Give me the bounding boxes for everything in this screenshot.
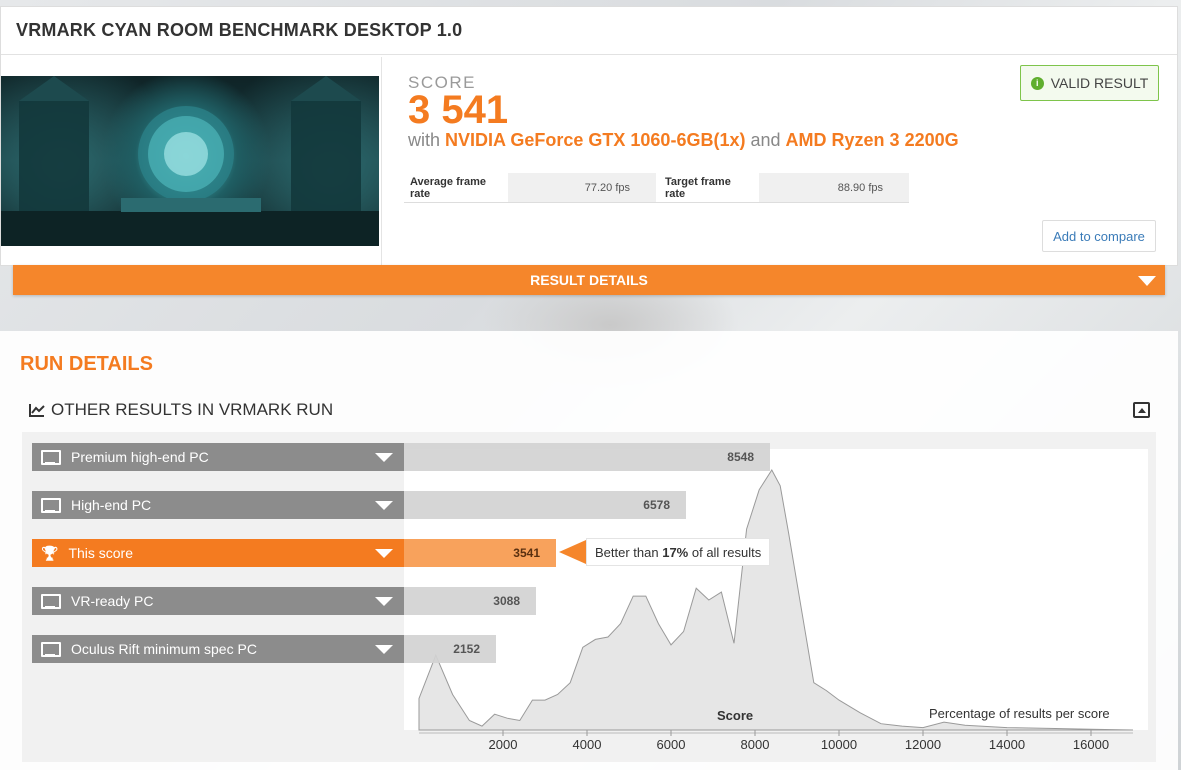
trophy-icon: 🏆 [41, 544, 59, 561]
result-row-value: 3541 [513, 546, 540, 560]
result-row-value: 2152 [453, 642, 480, 656]
score-value: 3 541 [408, 88, 509, 132]
avg-fps-value: 77.20 fps [508, 173, 656, 202]
result-row-bar: 3088 [404, 587, 536, 615]
chevron-down-icon [375, 549, 393, 558]
score-block: SCORE 3 541 with NVIDIA GeForce GTX 1060… [408, 73, 959, 151]
with-text: with [408, 130, 441, 150]
result-row-label[interactable]: Oculus Rift minimum spec PC [32, 635, 404, 663]
benchmark-thumbnail [1, 76, 379, 246]
collapse-button[interactable] [1133, 402, 1150, 418]
frame-rate-table: Average frame rate 77.20 fps Target fram… [404, 173, 909, 203]
valid-result-badge: i VALID RESULT [1020, 65, 1159, 101]
avg-fps-label: Average frame rate [404, 173, 508, 202]
chevron-down-icon [375, 597, 393, 606]
chevron-down-icon [375, 453, 393, 462]
chevron-down-icon [375, 501, 393, 510]
tooltip-percent: 17% [662, 544, 689, 560]
chevron-down-icon [1138, 276, 1156, 286]
cpu-name[interactable]: AMD Ryzen 3 2200G [786, 130, 959, 150]
and-text: and [750, 130, 781, 150]
tooltip-prefix: Better than [595, 544, 663, 560]
result-row-value: 3088 [493, 594, 520, 608]
x-tick-label: 10000 [820, 737, 858, 752]
result-row-bar: 2152 [404, 635, 496, 663]
valid-result-label: VALID RESULT [1050, 75, 1149, 91]
result-card: VRMARK CYAN ROOM BENCHMARK DESKTOP 1.0 S… [0, 6, 1178, 270]
other-results-heading: OTHER RESULTS IN VRMARK RUN [29, 400, 333, 420]
x-tick-label: 6000 [656, 737, 686, 752]
benchmark-title: VRMARK CYAN ROOM BENCHMARK DESKTOP 1.0 [16, 20, 463, 40]
monitor-icon [41, 450, 61, 465]
title-bar: VRMARK CYAN ROOM BENCHMARK DESKTOP 1.0 [1, 7, 1177, 55]
add-to-compare-button[interactable]: Add to compare [1042, 220, 1156, 252]
result-row-label[interactable]: 🏆 This score [32, 539, 404, 567]
result-row-value: 8548 [727, 450, 754, 464]
x-tick-label: 16000 [1072, 737, 1110, 752]
x-axis-title: Score [717, 708, 754, 723]
result-row-label[interactable]: VR-ready PC [32, 587, 404, 615]
monitor-icon [41, 498, 61, 513]
chevron-down-icon [375, 645, 393, 654]
x-tick-label: 14000 [988, 737, 1026, 752]
monitor-icon [41, 642, 61, 657]
result-row-text: Oculus Rift minimum spec PC [71, 641, 257, 657]
hardware-line: with NVIDIA GeForce GTX 1060-6GB(1x) and… [408, 130, 959, 151]
x-tick-label: 8000 [740, 737, 770, 752]
other-results-label: OTHER RESULTS IN VRMARK RUN [51, 400, 334, 419]
target-fps-label: Target frame rate [659, 173, 759, 202]
result-row-text: High-end PC [71, 497, 152, 513]
target-fps-value: 88.90 fps [759, 173, 909, 202]
x-tick-label: 4000 [572, 737, 602, 752]
line-chart-icon [29, 404, 45, 417]
result-row-text: VR-ready PC [71, 593, 154, 609]
result-row-value: 6578 [643, 498, 670, 512]
run-details-title: RUN DETAILS [20, 353, 153, 375]
gpu-name[interactable]: NVIDIA GeForce GTX 1060-6GB(1x) [445, 130, 745, 150]
monitor-icon [41, 594, 61, 609]
tooltip-suffix: of all results [688, 544, 762, 560]
chevron-up-icon [1137, 407, 1146, 413]
result-row-text: Premium high-end PC [71, 449, 209, 465]
result-row-bar: 6578 [404, 491, 686, 519]
result-row-text: This score [68, 545, 134, 561]
result-row-bar: 3541 [404, 539, 556, 567]
y-axis-title: Percentage of results per score [929, 706, 1110, 721]
info-icon: i [1030, 76, 1044, 90]
result-row-label[interactable]: Premium high-end PC [32, 443, 404, 471]
percentile-tooltip: Better than 17% of all results [586, 538, 771, 566]
x-tick-label: 12000 [904, 737, 942, 752]
result-details-label: RESULT DETAILS [530, 272, 648, 288]
x-tick-label: 2000 [488, 737, 518, 752]
result-row-bar: 8548 [404, 443, 770, 471]
result-details-toggle[interactable]: RESULT DETAILS [13, 265, 1165, 295]
tooltip-arrow [559, 540, 586, 564]
result-row-label[interactable]: High-end PC [32, 491, 404, 519]
